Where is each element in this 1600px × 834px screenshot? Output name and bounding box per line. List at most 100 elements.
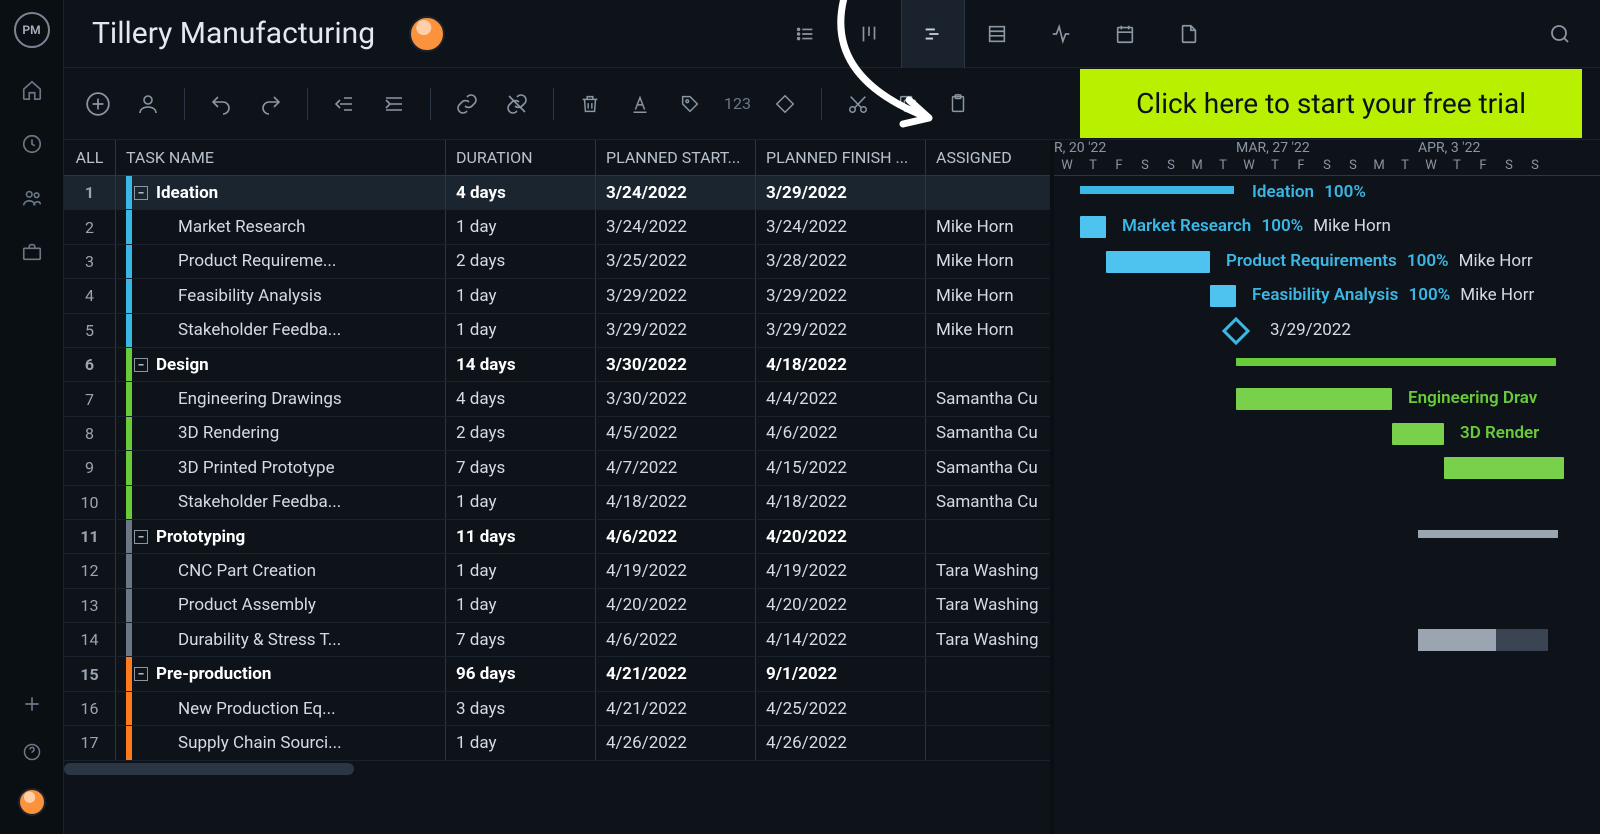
cell-planned-start[interactable]: 4/6/2022: [596, 520, 756, 553]
milestone-icon[interactable]: [769, 88, 801, 120]
cell-planned-start[interactable]: 4/20/2022: [596, 589, 756, 622]
task-row[interactable]: 5Stakeholder Feedba...1 day3/29/20223/29…: [64, 314, 1050, 348]
cell-planned-finish[interactable]: 4/19/2022: [756, 554, 926, 587]
task-row[interactable]: 7Engineering Drawings4 days3/30/20224/4/…: [64, 382, 1050, 416]
cell-duration[interactable]: 96 days: [446, 657, 596, 690]
gantt-task-bar[interactable]: [1444, 457, 1564, 479]
cell-planned-start[interactable]: 3/29/2022: [596, 279, 756, 312]
task-row[interactable]: 13Product Assembly1 day4/20/20224/20/202…: [64, 589, 1050, 623]
unlink-icon[interactable]: [501, 88, 533, 120]
gantt-row[interactable]: [1054, 554, 1600, 588]
cell-duration[interactable]: 2 days: [446, 245, 596, 278]
cell-assigned[interactable]: Tara Washing: [926, 554, 1050, 587]
view-gantt-icon[interactable]: [901, 0, 965, 68]
col-header-planned-start[interactable]: PLANNED START...: [596, 140, 756, 175]
cell-taskname[interactable]: 3D Rendering: [116, 417, 446, 450]
clock-icon[interactable]: [20, 132, 44, 156]
cell-duration[interactable]: 3 days: [446, 692, 596, 725]
cell-duration[interactable]: 1 day: [446, 589, 596, 622]
cell-planned-finish[interactable]: 3/29/2022: [756, 176, 926, 209]
add-task-icon[interactable]: [82, 88, 114, 120]
grid-horizontal-scrollbar[interactable]: [64, 763, 354, 775]
view-file-icon[interactable]: [1157, 0, 1221, 68]
indent-icon[interactable]: [378, 88, 410, 120]
cell-assigned[interactable]: [926, 520, 1050, 553]
gantt-task-bar[interactable]: [1210, 285, 1236, 307]
tag-icon[interactable]: [674, 88, 706, 120]
cell-duration[interactable]: 4 days: [446, 176, 596, 209]
cell-planned-start[interactable]: 3/30/2022: [596, 382, 756, 415]
cell-planned-start[interactable]: 4/6/2022: [596, 623, 756, 656]
gantt-task-bar[interactable]: [1392, 423, 1444, 445]
gantt-row[interactable]: Feasibility Analysis 100%Mike Horr: [1054, 279, 1600, 313]
home-icon[interactable]: [20, 78, 44, 102]
cell-planned-finish[interactable]: 4/15/2022: [756, 451, 926, 484]
cell-planned-start[interactable]: 3/24/2022: [596, 176, 756, 209]
task-row[interactable]: 83D Rendering2 days4/5/20224/6/2022Saman…: [64, 417, 1050, 451]
cell-assigned[interactable]: Tara Washing: [926, 623, 1050, 656]
cell-taskname[interactable]: 3D Printed Prototype: [116, 451, 446, 484]
cell-taskname[interactable]: −Design: [116, 348, 446, 381]
app-logo[interactable]: PM: [14, 12, 50, 48]
free-trial-cta-button[interactable]: Click here to start your free trial: [1080, 69, 1582, 138]
cell-duration[interactable]: 1 day: [446, 486, 596, 519]
view-calendar-icon[interactable]: [1093, 0, 1157, 68]
cell-assigned[interactable]: Tara Washing: [926, 589, 1050, 622]
gantt-task-bar[interactable]: [1106, 251, 1210, 273]
col-header-assigned[interactable]: ASSIGNED: [926, 140, 1050, 175]
assign-icon[interactable]: [132, 88, 164, 120]
gantt-task-bar[interactable]: [1080, 216, 1106, 238]
cell-taskname[interactable]: Stakeholder Feedba...: [116, 314, 446, 347]
cell-duration[interactable]: 1 day: [446, 314, 596, 347]
numbering-label[interactable]: 123: [724, 94, 751, 113]
search-icon[interactable]: [1548, 22, 1572, 46]
cell-assigned[interactable]: [926, 726, 1050, 759]
cell-planned-start[interactable]: 4/7/2022: [596, 451, 756, 484]
task-row[interactable]: 10Stakeholder Feedba...1 day4/18/20224/1…: [64, 486, 1050, 520]
gantt-row[interactable]: [1054, 657, 1600, 691]
col-header-all[interactable]: ALL: [64, 140, 116, 175]
cell-planned-start[interactable]: 4/19/2022: [596, 554, 756, 587]
cell-assigned[interactable]: [926, 692, 1050, 725]
cell-duration[interactable]: 1 day: [446, 554, 596, 587]
cell-planned-finish[interactable]: 3/29/2022: [756, 314, 926, 347]
task-row[interactable]: 17Supply Chain Sourci...1 day4/26/20224/…: [64, 726, 1050, 760]
cell-assigned[interactable]: Samantha Cu: [926, 451, 1050, 484]
plus-icon[interactable]: [20, 692, 44, 716]
gantt-row[interactable]: 3D Render: [1054, 417, 1600, 451]
task-row[interactable]: 3Product Requireme...2 days3/25/20223/28…: [64, 245, 1050, 279]
gantt-row[interactable]: [1054, 589, 1600, 623]
cell-assigned[interactable]: Mike Horn: [926, 210, 1050, 243]
gantt-row[interactable]: [1054, 623, 1600, 657]
gantt-task-bar[interactable]: [1418, 629, 1548, 651]
cut-icon[interactable]: [842, 88, 874, 120]
cell-planned-start[interactable]: 4/18/2022: [596, 486, 756, 519]
cell-taskname[interactable]: Supply Chain Sourci...: [116, 726, 446, 759]
people-icon[interactable]: [20, 186, 44, 210]
cell-assigned[interactable]: [926, 657, 1050, 690]
gantt-row[interactable]: [1054, 726, 1600, 760]
redo-icon[interactable]: [255, 88, 287, 120]
cell-taskname[interactable]: CNC Part Creation: [116, 554, 446, 587]
cell-taskname[interactable]: Durability & Stress T...: [116, 623, 446, 656]
cell-planned-finish[interactable]: 3/29/2022: [756, 279, 926, 312]
view-activity-icon[interactable]: [1029, 0, 1093, 68]
cell-taskname[interactable]: −Pre-production: [116, 657, 446, 690]
gantt-summary-bar[interactable]: [1080, 186, 1234, 194]
cell-taskname[interactable]: Market Research: [116, 210, 446, 243]
cell-duration[interactable]: 11 days: [446, 520, 596, 553]
cell-assigned[interactable]: Mike Horn: [926, 314, 1050, 347]
gantt-row[interactable]: [1054, 486, 1600, 520]
cell-assigned[interactable]: Samantha Cu: [926, 417, 1050, 450]
cell-planned-finish[interactable]: 9/1/2022: [756, 657, 926, 690]
cell-planned-finish[interactable]: 4/14/2022: [756, 623, 926, 656]
task-row[interactable]: 93D Printed Prototype7 days4/7/20224/15/…: [64, 451, 1050, 485]
text-color-icon[interactable]: [624, 88, 656, 120]
cell-taskname[interactable]: Stakeholder Feedba...: [116, 486, 446, 519]
trash-icon[interactable]: [574, 88, 606, 120]
cell-duration[interactable]: 2 days: [446, 417, 596, 450]
cell-planned-finish[interactable]: 4/4/2022: [756, 382, 926, 415]
gantt-row[interactable]: Product Requirements 100%Mike Horr: [1054, 245, 1600, 279]
cell-planned-start[interactable]: 4/5/2022: [596, 417, 756, 450]
cell-taskname[interactable]: −Ideation: [116, 176, 446, 209]
